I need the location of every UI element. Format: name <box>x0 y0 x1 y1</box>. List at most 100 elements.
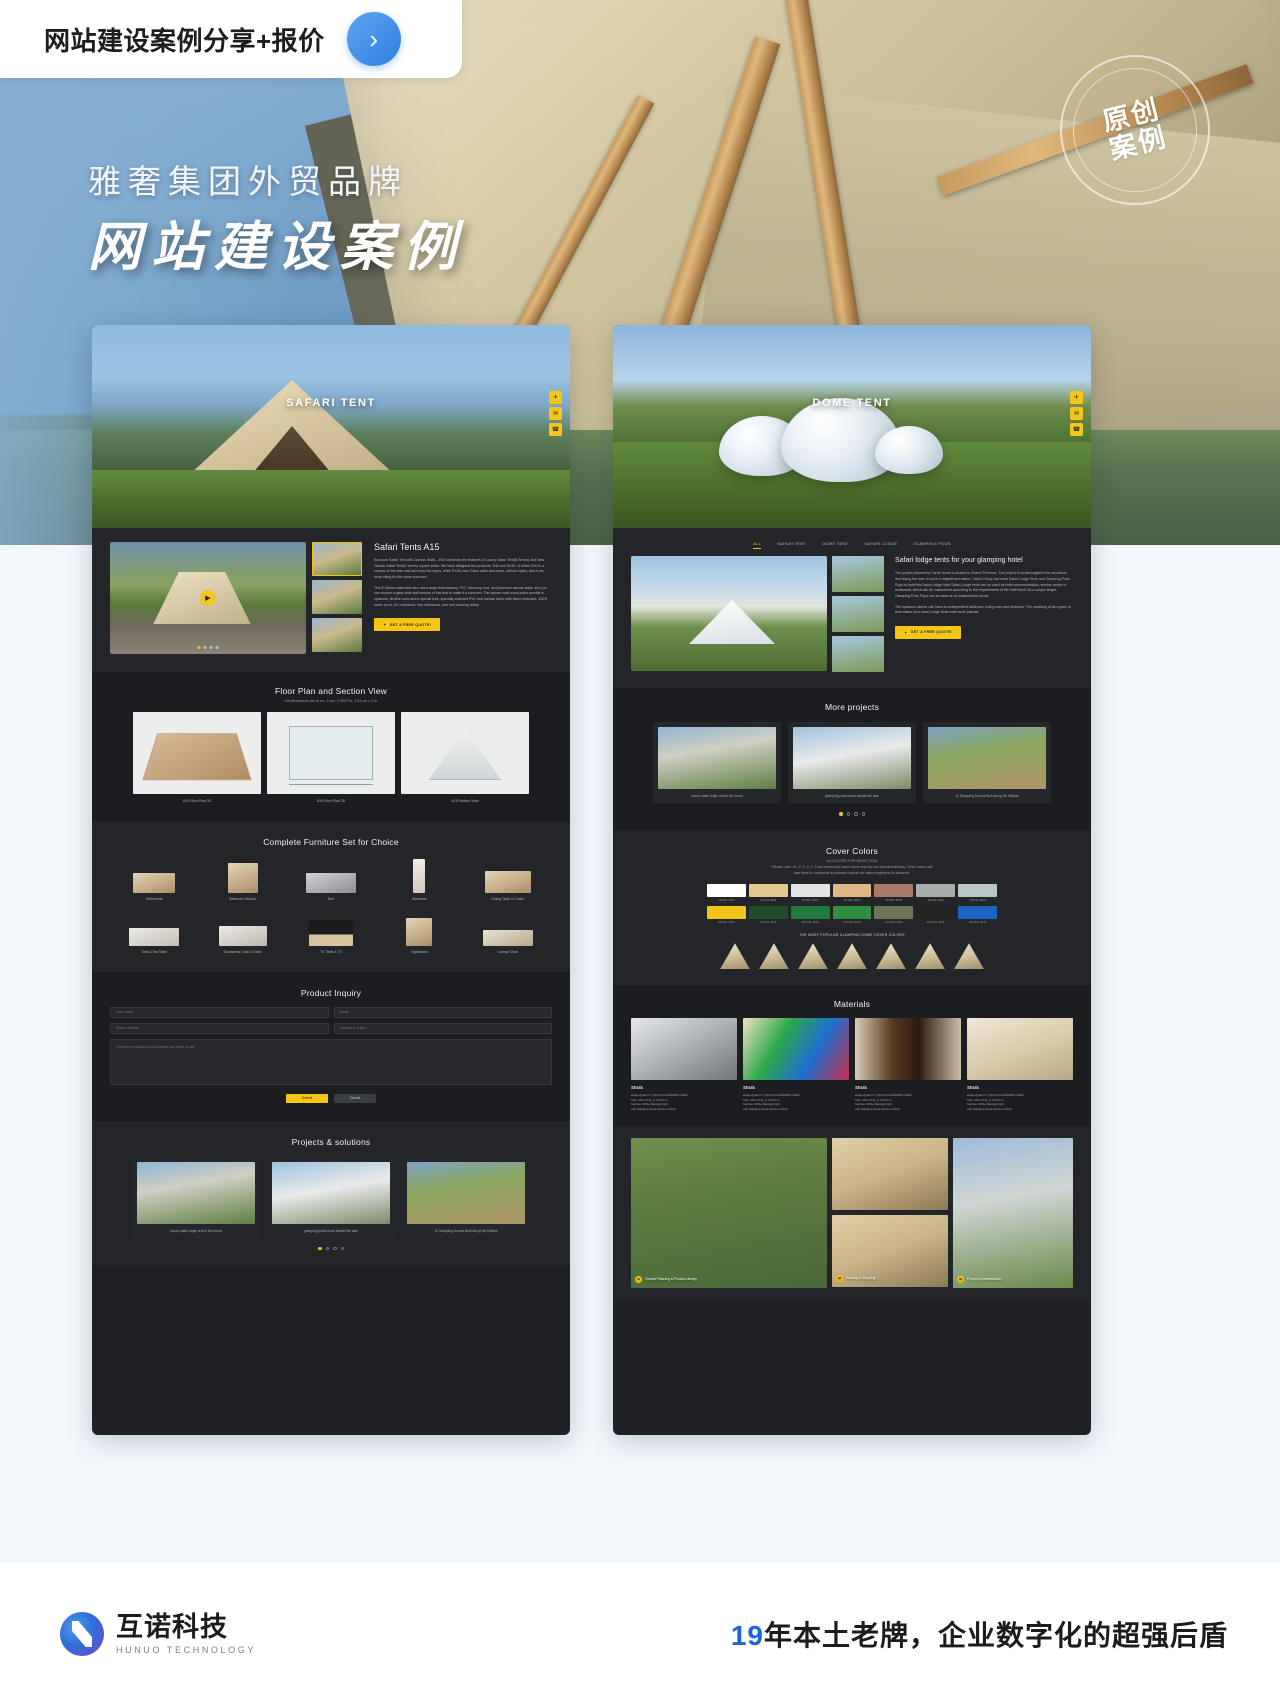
dome-color-sample[interactable] <box>915 943 945 970</box>
material-card[interactable]: Struts HIGH-QUALITY Q235 GALVANIZED STEE… <box>855 1018 961 1112</box>
dome-color-sample[interactable] <box>720 943 750 970</box>
floorplan-card[interactable]: A15 Floor Plan 3D <box>133 711 261 803</box>
product-thumbnail[interactable] <box>312 618 362 652</box>
product-carousel-dots[interactable] <box>197 646 219 649</box>
tab-dome-tent[interactable]: DOME TENT <box>822 541 848 549</box>
case-thumbnail[interactable] <box>832 596 884 632</box>
swatch-3[interactable] <box>790 884 830 898</box>
share-icon[interactable]: ✈ <box>1070 391 1083 404</box>
dome-color-sample[interactable] <box>759 943 789 970</box>
swatch-cell[interactable]: 10# RAL 9016 <box>790 906 830 924</box>
project-card[interactable]: glamping pods resort beside the lake <box>788 722 916 803</box>
swatch-12[interactable] <box>874 906 914 920</box>
project-card[interactable]: 12 Glamping Domes Built Along the Hillsi… <box>923 722 1051 803</box>
chevron-right-icon[interactable]: › <box>346 12 401 66</box>
carousel-dot[interactable] <box>333 1246 337 1251</box>
dome-color-sample[interactable] <box>798 943 828 970</box>
swatch-6[interactable] <box>916 884 956 898</box>
dome-color-sample[interactable] <box>837 943 867 970</box>
process-image-3[interactable]: 03 Project implementation <box>953 1137 1073 1288</box>
more-projects-dots[interactable] <box>631 812 1073 816</box>
chat-icon[interactable]: ☎ <box>549 423 562 436</box>
chat-icon[interactable]: ☎ <box>1070 423 1083 436</box>
case-thumbnail[interactable] <box>832 636 884 672</box>
carousel-dot[interactable] <box>203 646 207 649</box>
message-textarea[interactable]: Leave the products and questions you nee… <box>110 1038 552 1085</box>
swatch-cell[interactable]: 12# RAL 9016 <box>874 906 914 924</box>
tab-safari-lodge[interactable]: SAFARI LODGE <box>864 541 897 549</box>
furniture-item[interactable]: Bed <box>287 857 375 901</box>
promo-title-card[interactable]: 网站建设案例分享+报价 › <box>0 0 462 78</box>
process-image-2[interactable] <box>832 1137 948 1210</box>
tab-all[interactable]: ALL <box>753 541 762 549</box>
process-image-1[interactable]: 01 Overall Planning & Product design <box>631 1137 827 1288</box>
tab-safari-tent[interactable]: SAFARI TENT <box>777 541 806 549</box>
furniture-item[interactable]: Occasional Chair & Table <box>198 910 286 954</box>
furniture-item[interactable]: Nightstand <box>375 910 463 954</box>
furniture-item[interactable]: Kitchenette <box>110 857 198 901</box>
cancel-button[interactable]: Cancel <box>334 1093 376 1103</box>
project-card[interactable]: luxury safari lodge tent in the forest <box>653 722 781 803</box>
swatch-8[interactable] <box>707 906 746 920</box>
process-image-2b[interactable]: 02 Packing & Shipping <box>832 1214 948 1287</box>
floorplan-card[interactable]: A15 Floor Plan 2D <box>267 711 395 803</box>
name-field[interactable]: Your name <box>110 1006 329 1018</box>
case-main-image[interactable] <box>631 556 827 671</box>
dome-color-sample[interactable] <box>954 943 984 970</box>
swatch-1[interactable] <box>707 884 746 898</box>
case-thumbnail[interactable] <box>832 556 884 592</box>
furniture-item[interactable]: Lounge Chair <box>464 910 552 954</box>
carousel-dot[interactable] <box>340 1246 344 1251</box>
swatch-13[interactable] <box>916 906 956 920</box>
swatch-4[interactable] <box>832 884 872 898</box>
carousel-dot[interactable] <box>854 812 858 816</box>
play-icon[interactable]: ▶ <box>200 590 216 606</box>
email-field[interactable]: Email <box>333 1006 552 1018</box>
mail-icon[interactable]: ✉ <box>1070 407 1083 420</box>
carousel-dot[interactable] <box>325 1246 329 1251</box>
share-icon[interactable]: ✈ <box>549 391 562 404</box>
carousel-dot[interactable] <box>215 646 219 649</box>
submit-button[interactable]: Submit <box>286 1093 328 1103</box>
swatch-cell[interactable]: 3# RAL 9016 <box>790 884 830 902</box>
product-thumbnail[interactable] <box>312 580 362 614</box>
swatch-7[interactable] <box>958 884 997 898</box>
swatch-cell[interactable]: 7# RAL 9016 <box>958 884 997 902</box>
mail-icon[interactable]: ✉ <box>549 407 562 420</box>
phone-field[interactable]: Phone number <box>110 1022 329 1034</box>
swatch-5[interactable] <box>874 884 914 898</box>
swatch-cell[interactable]: 14# RAL 9016 <box>958 906 997 924</box>
swatch-9[interactable] <box>748 906 788 920</box>
get-free-quote-button[interactable]: GET A FREE QUOTE! <box>374 618 441 632</box>
projects-carousel-dots[interactable] <box>110 1246 552 1251</box>
project-card[interactable]: luxury safari lodge tent in the forest <box>132 1156 260 1238</box>
carousel-dot[interactable] <box>839 812 843 816</box>
furniture-item[interactable]: Bathroom Module <box>198 857 286 901</box>
carousel-dot[interactable] <box>861 812 865 816</box>
material-card[interactable]: Struts HIGH-QUALITY Q235 GALVANIZED STEE… <box>743 1018 849 1112</box>
product-thumbnail[interactable] <box>312 542 362 576</box>
furniture-item[interactable]: Sofa & Tea Table <box>110 910 198 954</box>
carousel-dot[interactable] <box>846 812 850 816</box>
carousel-dot[interactable] <box>318 1246 322 1251</box>
tab-glamping-pods[interactable]: GLAMPING PODS <box>913 541 950 549</box>
dome-color-sample[interactable] <box>876 943 906 970</box>
product-main-image[interactable]: ▶ <box>110 542 306 654</box>
swatch-cell[interactable]: 2# RAL 9016 <box>748 884 788 902</box>
project-card[interactable]: 12 Glamping Domes Built Along the Hillsi… <box>402 1156 530 1238</box>
swatch-cell[interactable]: 6# RAL 9016 <box>916 884 956 902</box>
swatch-cell[interactable]: 1# RAL 9016 <box>707 884 746 902</box>
furniture-item[interactable]: Wardrobe <box>375 857 463 901</box>
swatch-cell[interactable]: 13# RAL 9016 <box>916 906 956 924</box>
swatch-cell[interactable]: 11# RAL 9016 <box>832 906 872 924</box>
swatch-2[interactable] <box>748 884 788 898</box>
furniture-item[interactable]: Dining Table & Chairs <box>464 857 552 901</box>
carousel-dot[interactable] <box>209 646 213 649</box>
swatch-cell[interactable]: 4# RAL 9016 <box>832 884 872 902</box>
floorplan-card[interactable]: A15 Section View <box>401 711 529 803</box>
material-card[interactable]: Struts HIGH-QUALITY Q235 GALVANIZED STEE… <box>967 1018 1073 1112</box>
carousel-dot[interactable] <box>197 646 201 649</box>
swatch-cell[interactable]: 5# RAL 9016 <box>874 884 914 902</box>
furniture-item[interactable]: TV Table & TV <box>287 910 375 954</box>
swatch-10[interactable] <box>790 906 830 920</box>
